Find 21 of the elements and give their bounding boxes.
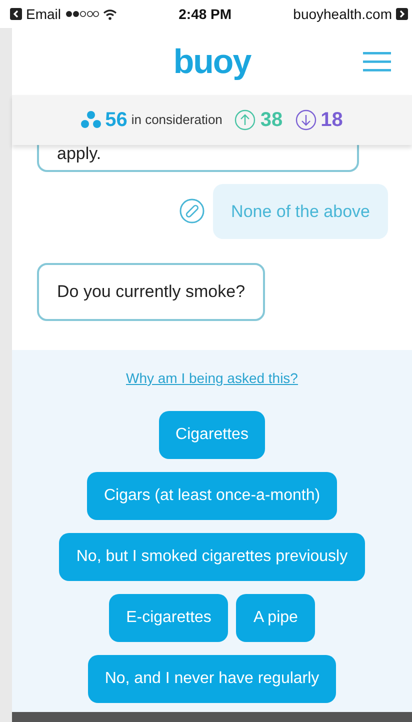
- wifi-icon: [103, 8, 118, 20]
- question-bubble: apply.: [37, 145, 359, 172]
- site-address: buoyhealth.com: [293, 4, 392, 24]
- dots-icon: [81, 111, 102, 129]
- status-time: 2:48 PM: [178, 4, 232, 24]
- option-button[interactable]: A pipe: [236, 594, 315, 642]
- option-button[interactable]: E-cigarettes: [109, 594, 228, 642]
- option-button[interactable]: No, but I smoked cigarettes previously: [59, 533, 365, 581]
- down-count: 18: [320, 108, 343, 133]
- count-label: in consideration: [131, 111, 222, 130]
- up-count: 38: [260, 108, 283, 133]
- logo[interactable]: buoy: [173, 44, 251, 78]
- why-link[interactable]: Why am I being asked this?: [126, 368, 298, 389]
- answer-bubble: None of the above: [213, 184, 388, 240]
- signal-icon: [65, 10, 100, 18]
- option-button[interactable]: Cigarettes: [158, 411, 266, 459]
- option-button[interactable]: No, and I never have regularly: [88, 655, 336, 703]
- back-label[interactable]: Email: [26, 4, 62, 24]
- question-bubble: Do you currently smoke?: [37, 263, 266, 321]
- candidate-count: 56: [105, 108, 128, 133]
- option-button[interactable]: Cigars (at least once-a-month): [86, 472, 338, 520]
